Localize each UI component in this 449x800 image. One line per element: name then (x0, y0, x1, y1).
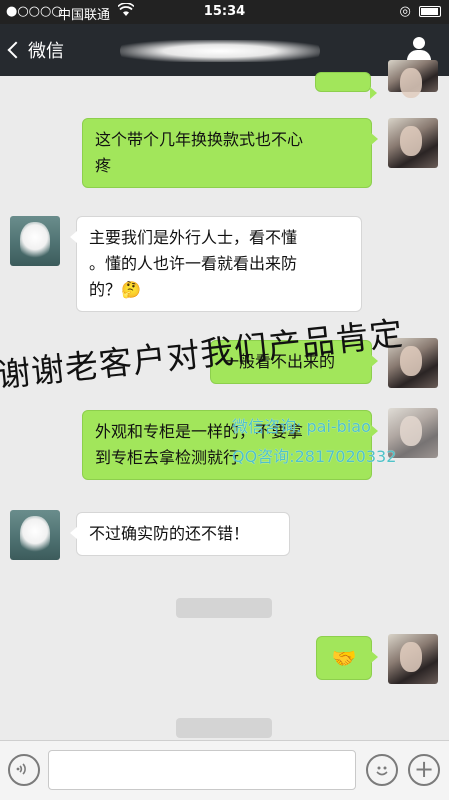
battery-area: ◎ (400, 4, 441, 19)
message-input[interactable] (48, 750, 356, 790)
status-bar: ●○○○○ 中国联通 15:34 ◎ (0, 0, 449, 24)
plus-icon[interactable]: + (408, 754, 440, 786)
message-bubble-received[interactable]: 不过确实防的还不错！ (70, 512, 290, 556)
avatar-self[interactable] (388, 634, 438, 684)
chevron-left-icon (7, 41, 25, 59)
message-bubble-sent[interactable]: 🤝 (316, 636, 378, 680)
watermark-qq: QQ咨询:2817020332 (232, 447, 397, 466)
timestamp-obscured (176, 718, 272, 738)
input-bar: + (0, 740, 449, 800)
avatar-self[interactable] (388, 118, 438, 168)
handshake-emoji: 🤝 (331, 646, 357, 670)
avatar-contact[interactable] (10, 510, 60, 560)
avatar-contact[interactable] (10, 216, 60, 266)
message-bubble-partial[interactable] (315, 72, 377, 99)
back-button[interactable]: 微信 (7, 37, 64, 63)
battery-icon (419, 6, 441, 17)
contact-watermark: 微信咨询: pai-biao QQ咨询:2817020332 (232, 412, 396, 472)
timestamp-obscured (176, 598, 272, 618)
back-label: 微信 (28, 41, 64, 62)
voice-icon[interactable] (8, 754, 40, 786)
clock: 15:34 (203, 4, 246, 19)
chat-header: 微信 (0, 24, 449, 76)
message-bubble-sent[interactable]: 这个带个几年换换款式也不心 疼 (82, 118, 378, 188)
avatar-self[interactable] (388, 60, 438, 98)
message-bubble-received[interactable]: 主要我们是外行人士，看不懂 。懂的人也许一看就看出来防 的？🤔 (70, 216, 362, 312)
lock-rotation-icon: ◎ (399, 4, 411, 19)
watermark-wechat: 微信咨询: pai-biao (232, 417, 371, 436)
emoji-icon[interactable] (366, 754, 398, 786)
chat-title-obscured (120, 40, 320, 62)
